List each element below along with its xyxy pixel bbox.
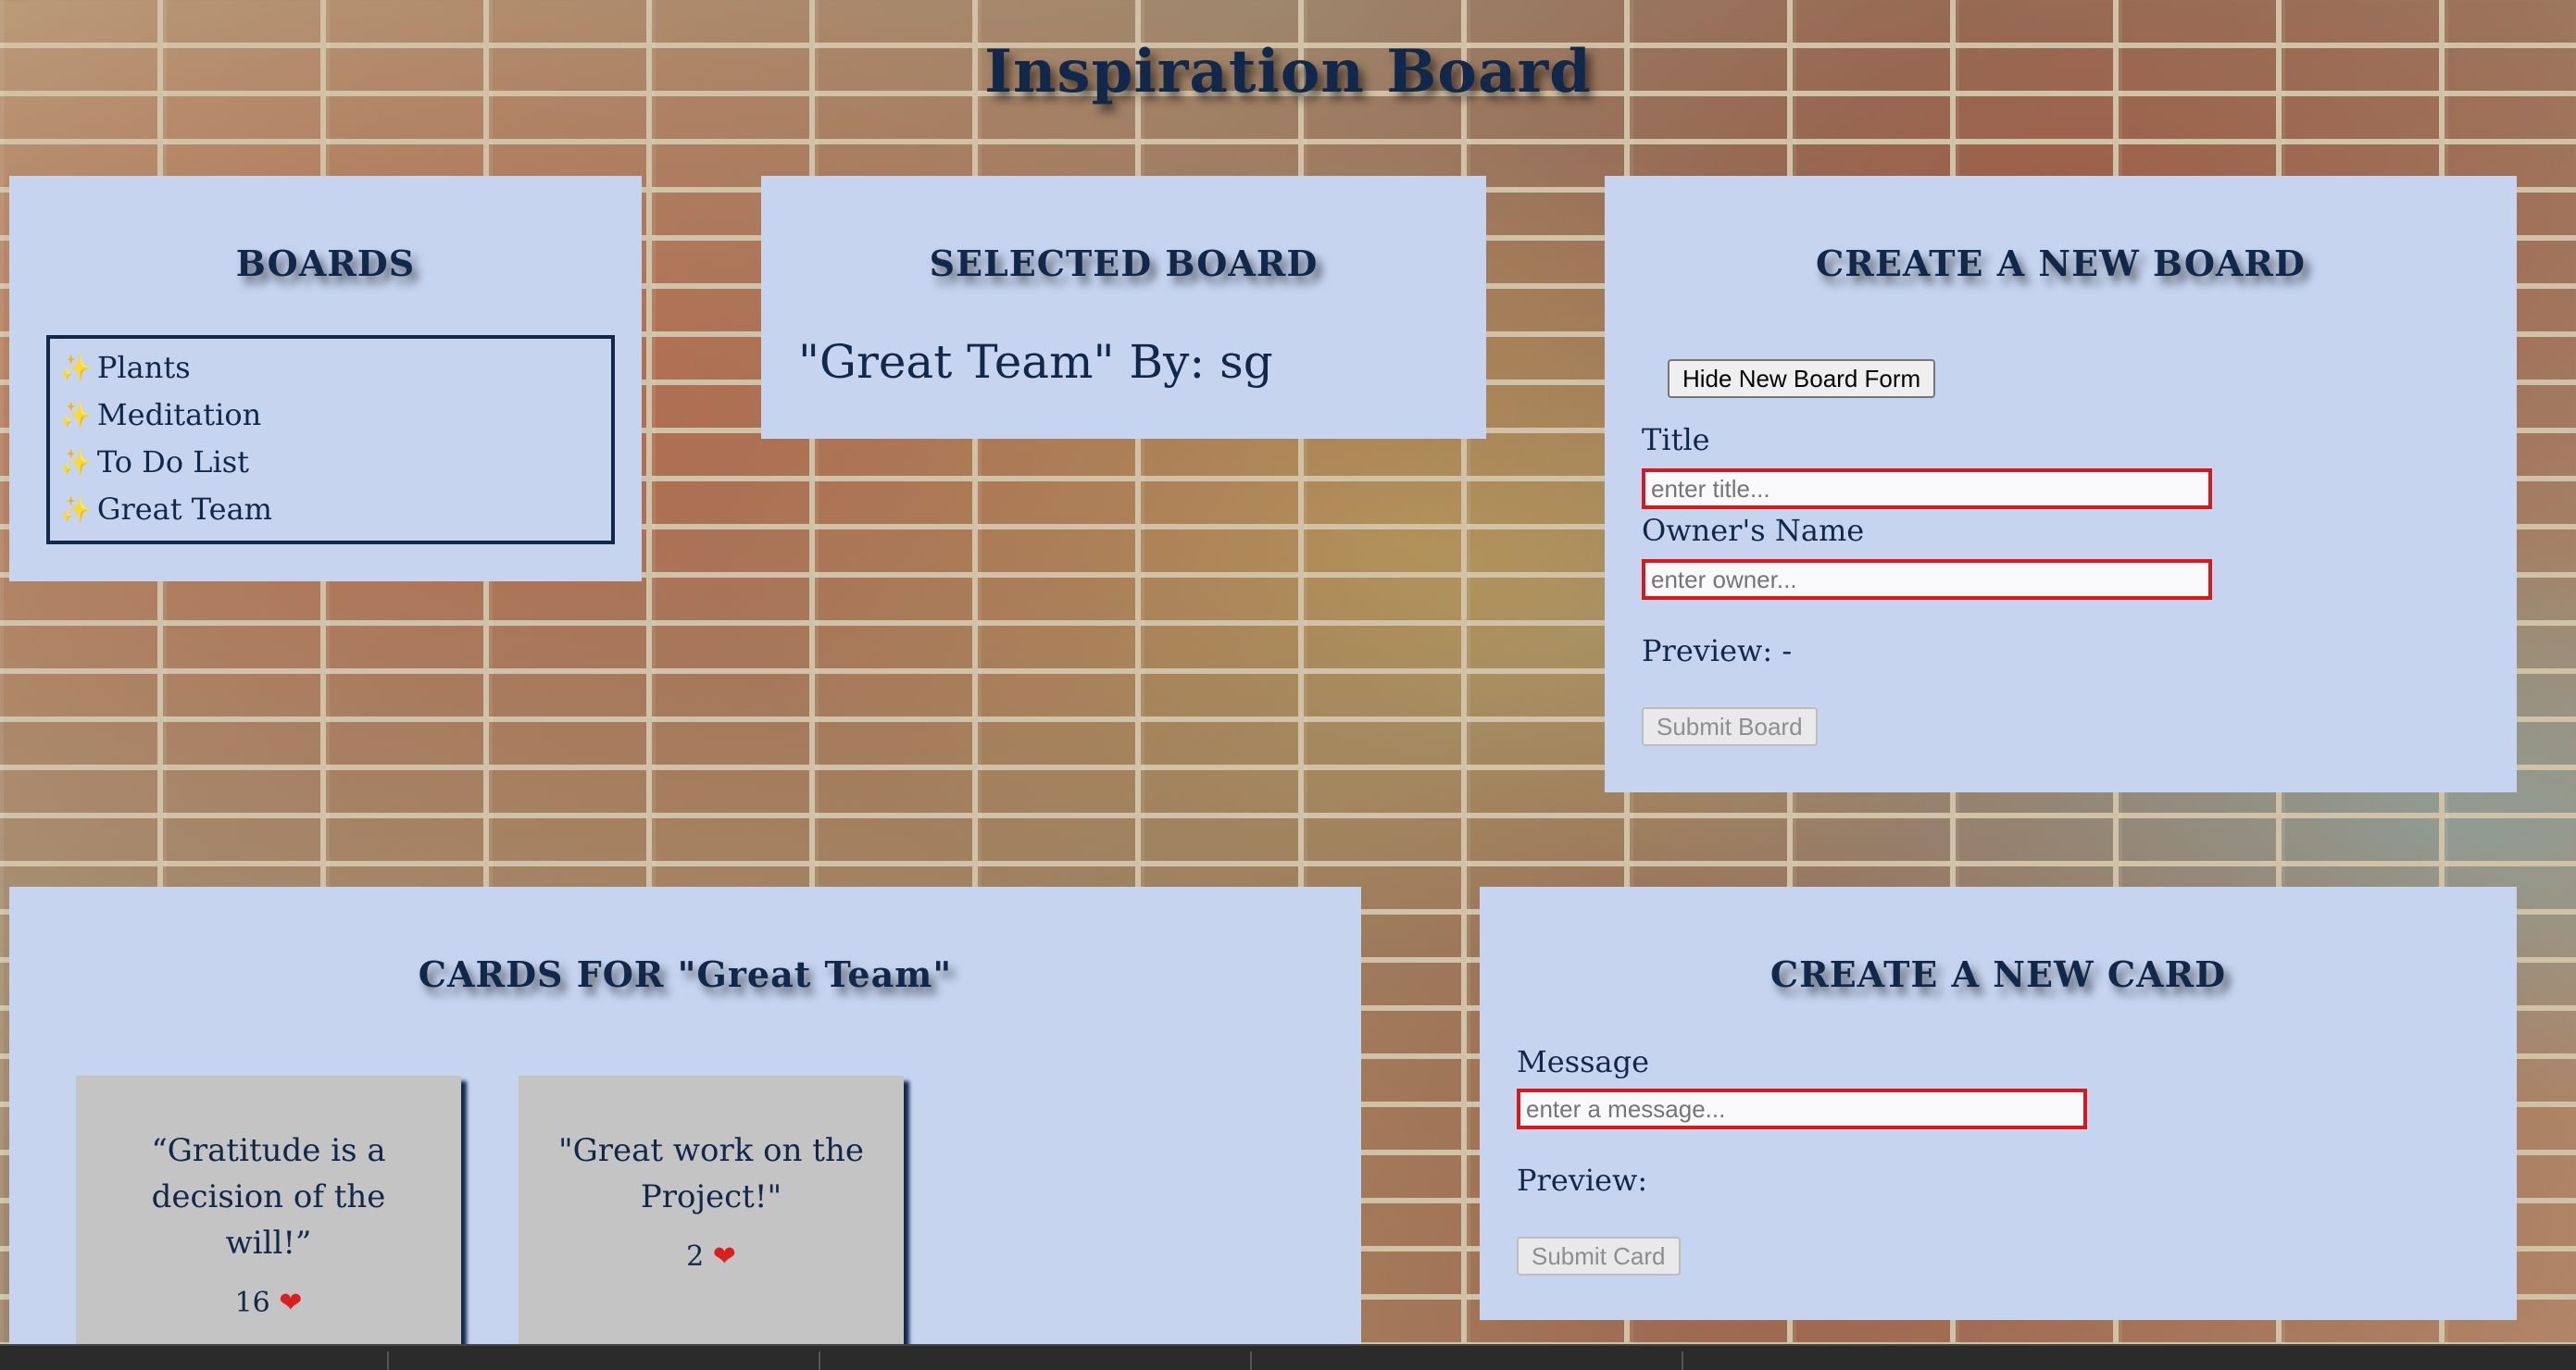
sparkles-icon: ✨ <box>59 494 92 525</box>
bottom-bar <box>0 1344 2576 1370</box>
message-label: Message <box>1517 1044 1650 1079</box>
board-list: ✨ Plants ✨ Meditation ✨ To Do List ✨ Gre… <box>46 335 615 544</box>
card-like-button[interactable]: 2 ❤ <box>519 1240 904 1273</box>
heart-icon: ❤ <box>279 1287 303 1319</box>
create-card-panel: CREATE A NEW CARD Message Preview: Submi… <box>1480 887 2517 1320</box>
selected-board-heading: SELECTED BOARD <box>929 243 1319 284</box>
message-input[interactable] <box>1517 1089 2087 1129</box>
selected-board-text: "Great Team" By: sg <box>798 335 1273 389</box>
card-message: "Great work on the Project!" <box>557 1132 864 1215</box>
sparkles-icon: ✨ <box>59 447 92 478</box>
board-item-meditation[interactable]: ✨ Meditation <box>59 392 602 439</box>
card-like-button[interactable]: 16 ❤ <box>76 1287 461 1319</box>
app-title: Inspiration Board <box>984 37 1592 106</box>
board-item-great-team[interactable]: ✨ Great Team <box>59 486 602 533</box>
boards-panel: BOARDS ✨ Plants ✨ Meditation ✨ To Do Lis… <box>9 176 642 581</box>
title-input[interactable] <box>1642 468 2212 509</box>
sparkles-icon: ✨ <box>59 400 92 430</box>
create-board-panel: CREATE A NEW BOARD Hide New Board Form T… <box>1605 176 2517 792</box>
hide-board-form-button[interactable]: Hide New Board Form <box>1668 359 1936 398</box>
card: "Great work on the Project!" 2 ❤ <box>519 1076 904 1344</box>
create-board-heading: CREATE A NEW BOARD <box>1816 243 2306 284</box>
sparkles-icon: ✨ <box>59 353 92 383</box>
board-item-to-do-list[interactable]: ✨ To Do List <box>59 439 602 486</box>
boards-heading: BOARDS <box>235 243 416 284</box>
board-item-label: Plants <box>96 350 191 385</box>
owner-input[interactable] <box>1642 559 2212 600</box>
board-item-label: Meditation <box>96 397 262 432</box>
submit-card-button[interactable]: Submit Card <box>1517 1237 1681 1276</box>
board-item-label: Great Team <box>96 492 272 527</box>
board-item-plants[interactable]: ✨ Plants <box>59 344 602 392</box>
title-label: Title <box>1642 422 1710 457</box>
card: “Gratitude is a decision of the will!” 1… <box>76 1076 461 1344</box>
heart-icon: ❤ <box>712 1240 736 1273</box>
cards-heading: CARDS FOR "Great Team" <box>418 953 953 995</box>
card-message: “Gratitude is a decision of the will!” <box>151 1132 386 1262</box>
cards-panel: CARDS FOR "Great Team" “Gratitude is a d… <box>9 887 1361 1344</box>
card-like-count: 2 <box>686 1240 705 1273</box>
submit-board-button[interactable]: Submit Board <box>1642 707 1818 746</box>
card-preview: Preview: <box>1517 1163 1648 1198</box>
board-item-label: To Do List <box>96 444 250 480</box>
create-card-heading: CREATE A NEW CARD <box>1769 953 2227 995</box>
board-preview: Preview: - <box>1642 633 1793 668</box>
owner-label: Owner's Name <box>1642 513 1865 548</box>
card-like-count: 16 <box>234 1287 270 1319</box>
selected-board-panel: SELECTED BOARD "Great Team" By: sg <box>761 176 1486 439</box>
